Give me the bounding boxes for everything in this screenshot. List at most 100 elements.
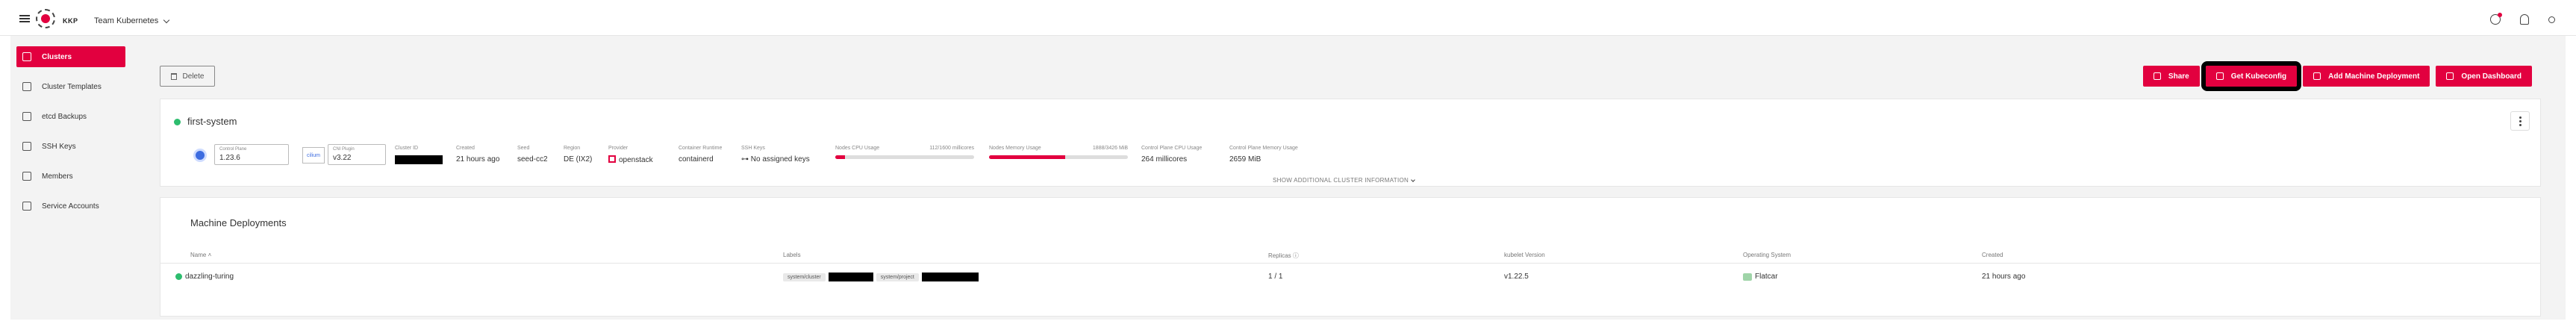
md-os-value: Flatcar bbox=[1755, 273, 1778, 281]
sidebar-item-cluster-templates[interactable]: Cluster Templates bbox=[16, 76, 125, 97]
sidebar-item-service-accounts[interactable]: Service Accounts bbox=[16, 196, 125, 217]
md-os: Flatcar bbox=[1743, 273, 1778, 281]
share-icon bbox=[2153, 72, 2161, 80]
md-name-value: dazzling-turing bbox=[185, 273, 234, 281]
menu-icon[interactable] bbox=[19, 15, 30, 22]
cluster-name: first-system bbox=[187, 116, 237, 127]
share-button[interactable]: Share bbox=[2142, 66, 2200, 87]
control-plane-value: 1.23.6 bbox=[219, 154, 240, 162]
region: Region DE (IX2) bbox=[564, 146, 592, 164]
open-dashboard-button[interactable]: Open Dashboard bbox=[2436, 66, 2532, 87]
project-selector[interactable]: Team Kubernetes bbox=[94, 16, 170, 25]
redacted-block bbox=[921, 273, 979, 281]
memory-meter-fill bbox=[989, 155, 1066, 159]
region-value: DE (IX2) bbox=[564, 155, 593, 164]
cni-logo-text: cilium bbox=[307, 152, 320, 158]
control-plane-label: Control Plane bbox=[219, 147, 247, 152]
add-md-label: Add Machine Deployment bbox=[2328, 72, 2420, 81]
md-created: 21 hours ago bbox=[1982, 273, 2026, 281]
label-chip: system/cluster bbox=[783, 273, 826, 281]
column-header-os: Operating System bbox=[1743, 252, 1791, 258]
provider-label: Provider bbox=[608, 146, 629, 151]
kubeconfig-label: Get Kubeconfig bbox=[2230, 72, 2287, 81]
dashboard-label: Open Dashboard bbox=[2461, 72, 2522, 81]
download-icon bbox=[2215, 72, 2224, 80]
seed: Seed seed-cc2 bbox=[517, 146, 548, 164]
sidebar: Clusters Cluster Templates etcd Backups … bbox=[10, 36, 131, 320]
key-icon bbox=[22, 142, 31, 151]
sidebar-item-members[interactable]: Members bbox=[16, 166, 125, 187]
add-machine-deployment-button[interactable]: Add Machine Deployment bbox=[2303, 66, 2430, 87]
cpu-label: Nodes CPU Usage bbox=[835, 146, 880, 151]
cp-mem-label: Control Plane Memory Usage bbox=[1229, 146, 1298, 151]
control-plane-version[interactable]: Control Plane 1.23.6 bbox=[214, 144, 289, 165]
ssh-keys: SSH Keys ⊶ No assigned keys bbox=[741, 146, 810, 164]
nodes-cpu-usage: Nodes CPU Usage 112/1600 millicores bbox=[835, 146, 974, 159]
sidebar-item-label: Members bbox=[42, 172, 73, 181]
service-account-icon bbox=[22, 202, 31, 211]
more-options-icon[interactable] bbox=[2510, 111, 2530, 131]
cni-plugin-version[interactable]: CNI Plugin v3.22 bbox=[328, 144, 386, 165]
md-replicas: 1 / 1 bbox=[1268, 273, 1283, 281]
cni-logo: cilium bbox=[302, 147, 325, 164]
cluster-actions: Share Get Kubeconfig Add Machine Deploym… bbox=[2142, 61, 2532, 91]
provider: Provider openstack bbox=[608, 146, 653, 164]
memory-meter bbox=[989, 155, 1128, 159]
cp-mem-value: 2659 MiB bbox=[1229, 155, 1262, 164]
help-icon[interactable] bbox=[2490, 13, 2502, 25]
sidebar-item-label: Cluster Templates bbox=[42, 82, 102, 91]
main-content: Delete Share Get Kubeconfig Add Machine … bbox=[160, 36, 2556, 320]
plus-icon bbox=[2313, 72, 2321, 80]
cluster-icon bbox=[22, 52, 31, 61]
logo-text: KKP bbox=[63, 17, 78, 25]
delete-button[interactable]: Delete bbox=[160, 66, 215, 87]
control-plane-cpu: Control Plane CPU Usage 264 millicores bbox=[1141, 146, 1202, 164]
region-label: Region bbox=[564, 146, 581, 151]
column-name-label: Name bbox=[190, 252, 207, 258]
key-icon: ⊶ bbox=[741, 155, 749, 164]
kubernetes-icon bbox=[193, 149, 207, 162]
column-header-kubelet: kubelet Version bbox=[1504, 252, 1545, 258]
sidebar-item-etcd-backups[interactable]: etcd Backups bbox=[16, 106, 125, 127]
md-labels: system/cluster system/project bbox=[783, 273, 979, 281]
top-bar: KKP Team Kubernetes bbox=[0, 0, 2576, 36]
logo-icon[interactable] bbox=[36, 9, 55, 28]
status-dot bbox=[175, 273, 182, 280]
ssh-label: SSH Keys bbox=[741, 146, 765, 151]
section-title: Machine Deployments bbox=[190, 217, 287, 228]
cpu-meter bbox=[835, 155, 974, 159]
provider-value: openstack bbox=[619, 156, 653, 164]
seed-label: Seed bbox=[517, 146, 530, 151]
cpu-value: 112/1600 millicores bbox=[929, 146, 974, 151]
account-icon[interactable] bbox=[2548, 16, 2555, 23]
ssh-value: No assigned keys bbox=[750, 155, 810, 164]
cluster-id: Cluster ID bbox=[395, 146, 443, 166]
sidebar-item-clusters[interactable]: Clusters bbox=[16, 46, 125, 67]
table-row[interactable]: dazzling-turing system/cluster system/pr… bbox=[160, 264, 2540, 290]
column-header-name[interactable]: Name ˄ bbox=[190, 252, 211, 258]
sidebar-item-label: Clusters bbox=[42, 52, 72, 61]
bell-icon[interactable] bbox=[2520, 14, 2529, 25]
members-icon bbox=[22, 172, 31, 181]
cni-value: v3.22 bbox=[333, 154, 352, 162]
project-name: Team Kubernetes bbox=[94, 16, 159, 25]
machine-deployments-card: Machine Deployments Name ˄ Labels Replic… bbox=[160, 197, 2541, 317]
trash-icon bbox=[170, 72, 177, 80]
app-body: Clusters Cluster Templates etcd Backups … bbox=[10, 36, 2566, 320]
created-label: Created bbox=[456, 146, 475, 151]
column-header-created: Created bbox=[1982, 252, 2003, 258]
column-replicas-label: Replicas bbox=[1268, 252, 1291, 259]
control-plane-memory: Control Plane Memory Usage 2659 MiB bbox=[1229, 146, 1298, 164]
flatcar-icon bbox=[1743, 273, 1752, 281]
chevron-down-icon bbox=[163, 16, 170, 23]
seed-value: seed-cc2 bbox=[517, 155, 548, 164]
show-additional-info-toggle[interactable]: SHOW ADDITIONAL CLUSTER INFORMATION bbox=[1273, 177, 1415, 184]
cp-cpu-value: 264 millicores bbox=[1141, 155, 1188, 164]
md-name: dazzling-turing bbox=[175, 273, 234, 281]
info-icon: ⓘ bbox=[1292, 252, 1299, 259]
sidebar-item-ssh-keys[interactable]: SSH Keys bbox=[16, 136, 125, 157]
get-kubeconfig-button[interactable]: Get Kubeconfig bbox=[2201, 61, 2302, 91]
nodes-memory-usage: Nodes Memory Usage 1888/3426 MiB bbox=[989, 146, 1128, 159]
chevron-down-icon bbox=[1411, 178, 1415, 182]
template-icon bbox=[22, 82, 31, 91]
